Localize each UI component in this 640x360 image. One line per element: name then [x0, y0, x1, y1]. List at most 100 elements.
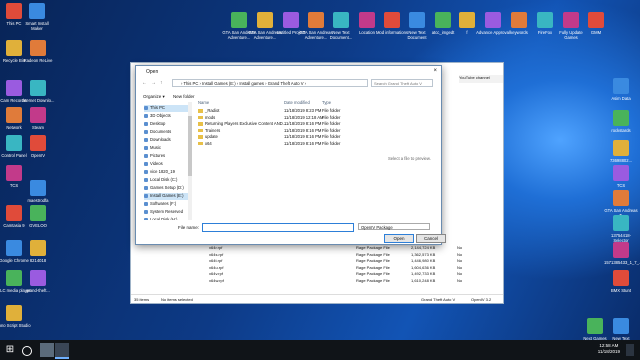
- file-row[interactable]: Returning Players Exclusive Content AND.…: [194, 121, 376, 127]
- up-arrow-icon[interactable]: ↑: [160, 80, 163, 86]
- task-view-icon[interactable]: [40, 343, 54, 357]
- file-row[interactable]: mods 11/18/2019 12:18 AM File folder: [194, 115, 376, 121]
- file-row[interactable]: x64s.rpf Rage Package File 1,362,573 KB No: [131, 252, 471, 258]
- file-type-select[interactable]: OpenIV Package: [358, 223, 430, 230]
- app-icon: [6, 305, 22, 321]
- desktop-icon-label: Radeon ReLive: [23, 58, 53, 63]
- file-row[interactable]: x64u.rpf Rage Package File 1,604,636 KB No: [131, 265, 471, 271]
- file-row[interactable]: x64w.rpf Rage Package File 1,610,248 KB No: [131, 278, 471, 284]
- file-row[interactable]: x64t.rpf Rage Package File 1,446,980 KB No: [131, 258, 471, 264]
- browser-tab[interactable]: YouTube channel: [459, 75, 503, 83]
- nav-item[interactable]: Install Games (E:): [144, 193, 190, 200]
- file-row[interactable]: _Radiot 11/18/2019 8:23 PM File folder: [194, 108, 376, 114]
- app-icon: [359, 12, 375, 28]
- dialog-title: Open: [146, 69, 159, 75]
- desktop-icon[interactable]: 73698802...: [604, 140, 638, 163]
- scroll-thumb[interactable]: [188, 116, 192, 176]
- folder-icon: [144, 113, 148, 118]
- app-icon: [6, 40, 22, 56]
- folder-icon: [144, 201, 148, 206]
- open-file-dialog[interactable]: Open × ← → ↑ › This PC › Install Games (…: [135, 65, 446, 245]
- desktop-icon[interactable]: GMM: [579, 12, 613, 35]
- desktop-icon[interactable]: BMX Stunt: [604, 270, 638, 293]
- folder-icon: [144, 129, 148, 134]
- nav-item[interactable]: Softwares (F:): [144, 201, 190, 208]
- desktop-icon[interactable]: TCS: [604, 165, 638, 188]
- file-row[interactable]: x64 11/18/2019 8:16 PM File folder: [194, 141, 376, 147]
- open-button[interactable]: Open: [384, 234, 414, 243]
- nav-item[interactable]: Videos: [144, 161, 190, 168]
- desktop-icon[interactable]: 1571385433_1_7_...: [604, 242, 640, 265]
- folder-icon: [144, 137, 148, 142]
- desktop-icon[interactable]: OpenIV: [21, 135, 55, 158]
- file-name: x64: [198, 141, 212, 146]
- desktop-icon[interactable]: Asim Data: [604, 78, 638, 101]
- desktop-icon[interactable]: Inno Script Studio: [0, 305, 31, 328]
- nav-item[interactable]: Desktop: [144, 121, 190, 128]
- cancel-button[interactable]: Cancel: [416, 234, 446, 243]
- desktop-icon[interactable]: grand-theft...: [21, 270, 55, 293]
- nav-item[interactable]: Local Disk (H:): [144, 217, 190, 220]
- file-row[interactable]: x64r.rpf Rage Package File 2,144,724 KB No: [131, 245, 471, 251]
- file-type: Rage Package File: [356, 277, 390, 283]
- file-size: 1,492,733 KB: [411, 271, 436, 276]
- nav-item[interactable]: Pictures: [144, 153, 190, 160]
- organize-button[interactable]: Organize ▾: [143, 94, 165, 100]
- nav-scrollbar[interactable]: [188, 102, 192, 220]
- tab-label: YouTube channel: [459, 75, 490, 80]
- nav-item-label: Pictures: [150, 153, 166, 158]
- search-input[interactable]: Search Grand Theft Auto V: [371, 79, 433, 87]
- nav-item[interactable]: Documents: [144, 129, 190, 136]
- file-row[interactable]: Trainers 11/18/2019 8:16 PM File folder: [194, 128, 376, 134]
- breadcrumb[interactable]: › This PC › Install Games (E:) › Install…: [172, 79, 368, 87]
- nav-item[interactable]: 3D Objects: [144, 113, 190, 120]
- desktop-icon[interactable]: Next Games: [578, 318, 612, 341]
- forward-arrow-icon[interactable]: →: [151, 80, 156, 86]
- close-button[interactable]: ×: [433, 68, 437, 74]
- file-name-input[interactable]: [202, 223, 354, 232]
- nav-item[interactable]: Local Disk (C:): [144, 177, 190, 184]
- app-icon: [6, 80, 22, 96]
- desktop-icon[interactable]: rockstards: [604, 110, 638, 133]
- nav-item-label: Local Disk (C:): [150, 177, 178, 182]
- app-icon: [613, 140, 629, 156]
- desktop-icon[interactable]: maestrodfa: [21, 180, 55, 203]
- file-name-row: File name: OpenIV Package: [140, 223, 436, 232]
- dialog-titlebar[interactable]: Open ×: [136, 66, 441, 78]
- app-icon: [588, 12, 604, 28]
- app-icon: [6, 270, 22, 286]
- desktop-icon[interactable]: GTA San Andreas - T...: [604, 190, 638, 218]
- back-arrow-icon[interactable]: ←: [142, 80, 147, 86]
- file-list: Name Date modified Type _Radiot 11/18/201…: [194, 100, 376, 220]
- nav-item-label: Local Disk (H:): [150, 217, 178, 220]
- desktop-icon[interactable]: Radeon ReLive: [21, 40, 55, 63]
- notification-icon[interactable]: [626, 344, 634, 356]
- windows-start-icon[interactable]: ⊞: [3, 343, 17, 357]
- file-row[interactable]: x64v.rpf Rage Package File 1,492,733 KB No: [131, 271, 471, 277]
- nav-item[interactable]: Downloads: [144, 137, 190, 144]
- system-clock[interactable]: 12:58 AM 11/18/2019: [598, 343, 620, 355]
- desktop-icon[interactable]: 8214018: [21, 240, 55, 263]
- desktop-icon[interactable]: 13754418-Selector: [604, 215, 638, 243]
- column-date[interactable]: Date modified: [284, 100, 310, 107]
- desktop-icon[interactable]: Steam: [21, 107, 55, 130]
- active-app-icon[interactable]: [55, 343, 69, 359]
- desktop-icon-label: OpenIV: [30, 153, 46, 158]
- file-row[interactable]: update 11/18/2019 8:16 PM File folder: [194, 134, 376, 140]
- new-folder-button[interactable]: New folder: [173, 94, 195, 99]
- file-type: File folder: [322, 127, 341, 133]
- nav-item[interactable]: Music: [144, 145, 190, 152]
- desktop-icon[interactable]: GVELOO: [21, 205, 55, 228]
- nav-item[interactable]: This PC: [144, 105, 190, 112]
- nav-item[interactable]: Games Setup (D:): [144, 185, 190, 192]
- navigation-pane: This PC 3D Objects Desktop Documents Downloa…: [140, 102, 190, 220]
- column-name[interactable]: Name: [198, 100, 209, 107]
- app-icon: [409, 12, 425, 28]
- app-icon: [30, 135, 46, 151]
- nav-item[interactable]: System Reserved: [144, 209, 190, 216]
- desktop-icon[interactable]: Internet Downlo...: [21, 80, 55, 103]
- nav-item[interactable]: vice 1820_19: [144, 169, 190, 176]
- search-icon[interactable]: [22, 346, 32, 356]
- column-type[interactable]: Type: [322, 100, 331, 107]
- desktop-icon[interactable]: Smart Install Maker: [20, 3, 54, 31]
